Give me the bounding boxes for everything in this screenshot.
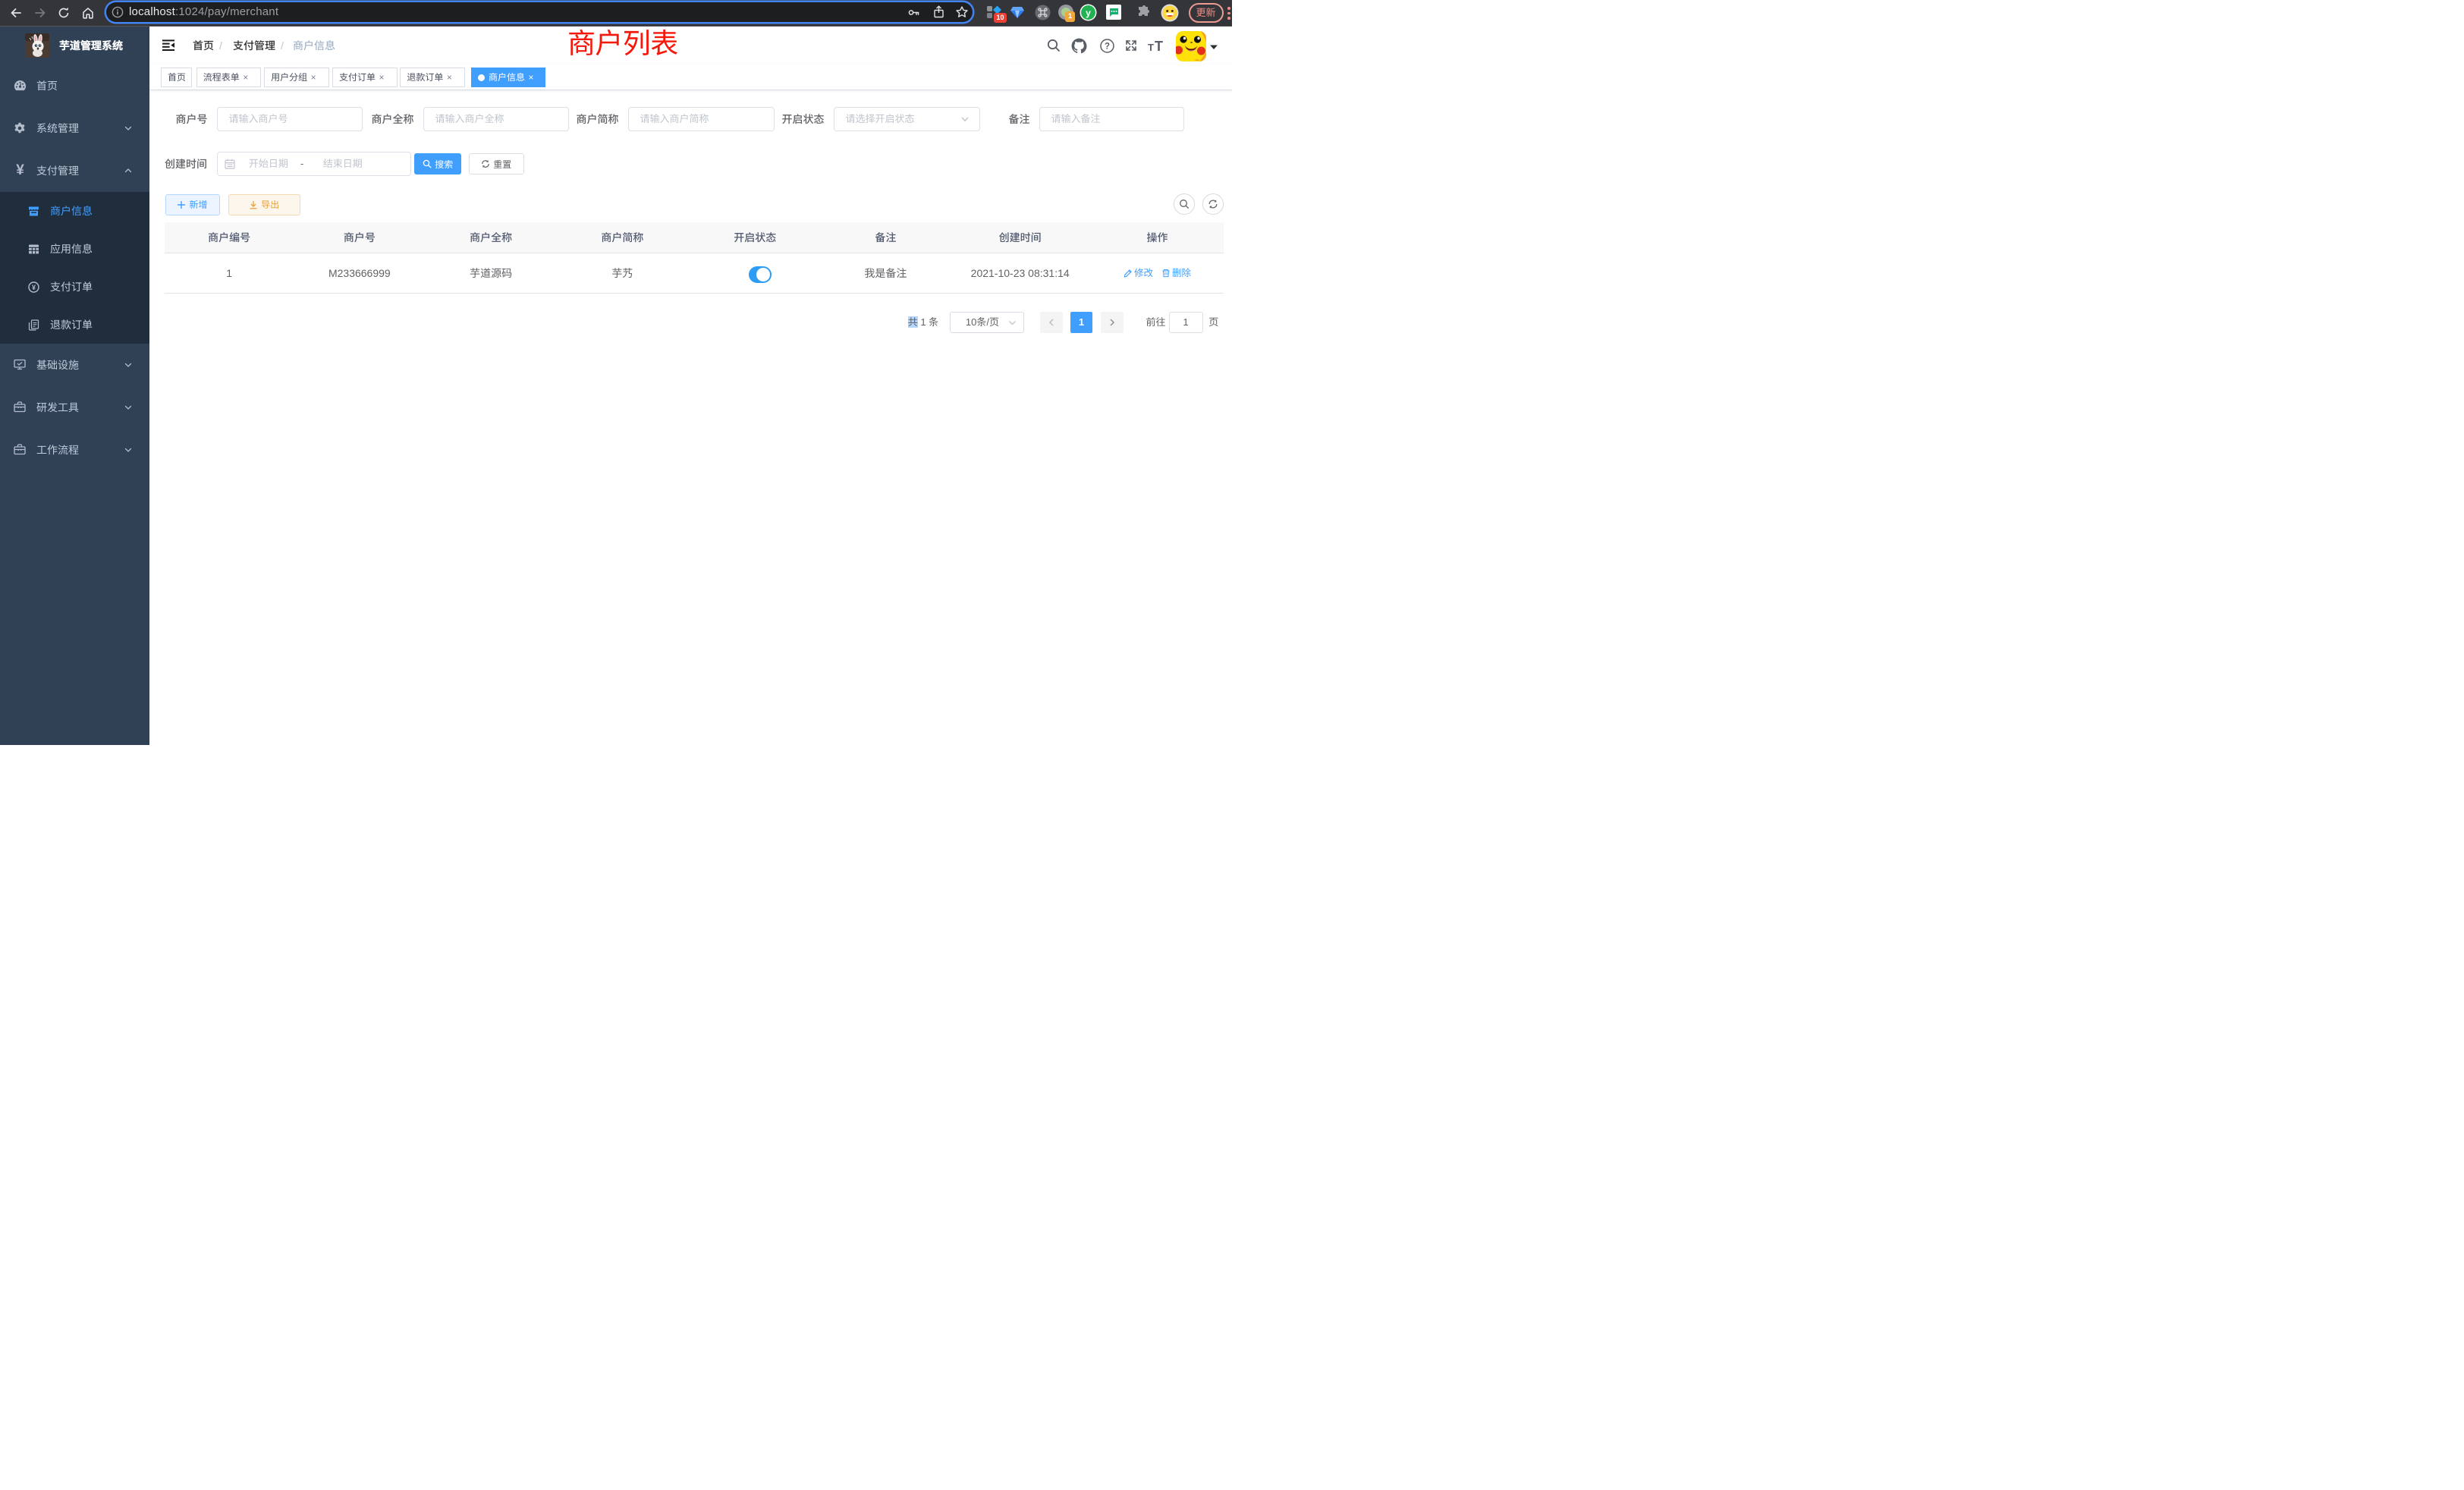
- svg-text:T: T: [1155, 39, 1163, 52]
- svg-text:y: y: [1086, 8, 1091, 18]
- svg-text:T: T: [1148, 42, 1154, 52]
- svg-text:¥: ¥: [32, 284, 36, 291]
- svg-text:?: ?: [1105, 42, 1110, 52]
